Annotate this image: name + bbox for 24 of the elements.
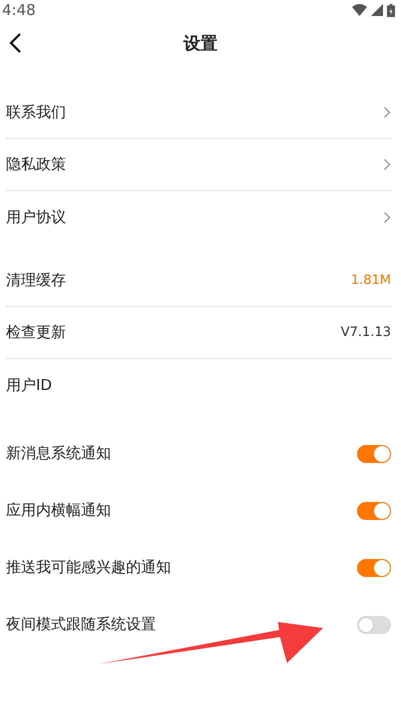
setting-label[interactable]: 隐私政策 [6, 153, 66, 176]
setting-label[interactable]: 联系我们 [6, 101, 66, 124]
toggle-switch[interactable] [357, 558, 391, 576]
toggle-switch[interactable] [357, 616, 391, 634]
setting-label: 新消息系统通知 [6, 443, 111, 464]
setting-value: 1.81M [350, 272, 391, 290]
toggle-switch[interactable] [357, 502, 391, 520]
setting-label: 应用内横幅通知 [6, 500, 111, 522]
chevron-right-icon[interactable] [383, 106, 391, 119]
status-time: 4:48 [2, 0, 36, 20]
setting-label: 检查更新 [6, 322, 66, 344]
toggle-switch[interactable] [357, 444, 391, 462]
setting-label: 夜间模式跟随系统设置 [6, 614, 156, 636]
setting-label: 清理缓存 [6, 270, 66, 292]
battery-icon [387, 4, 395, 16]
setting-label: 推送我可能感兴趣的通知 [6, 557, 171, 578]
wifi-icon [352, 4, 367, 16]
chevron-right-icon[interactable] [383, 158, 391, 171]
setting-value: V7.1.13 [340, 324, 391, 342]
page-title: 设置 [184, 33, 218, 56]
signal-icon [371, 4, 383, 16]
setting-label[interactable]: 用户协议 [6, 206, 66, 228]
setting-label: 用户ID [6, 374, 52, 396]
chevron-right-icon[interactable] [383, 210, 391, 224]
